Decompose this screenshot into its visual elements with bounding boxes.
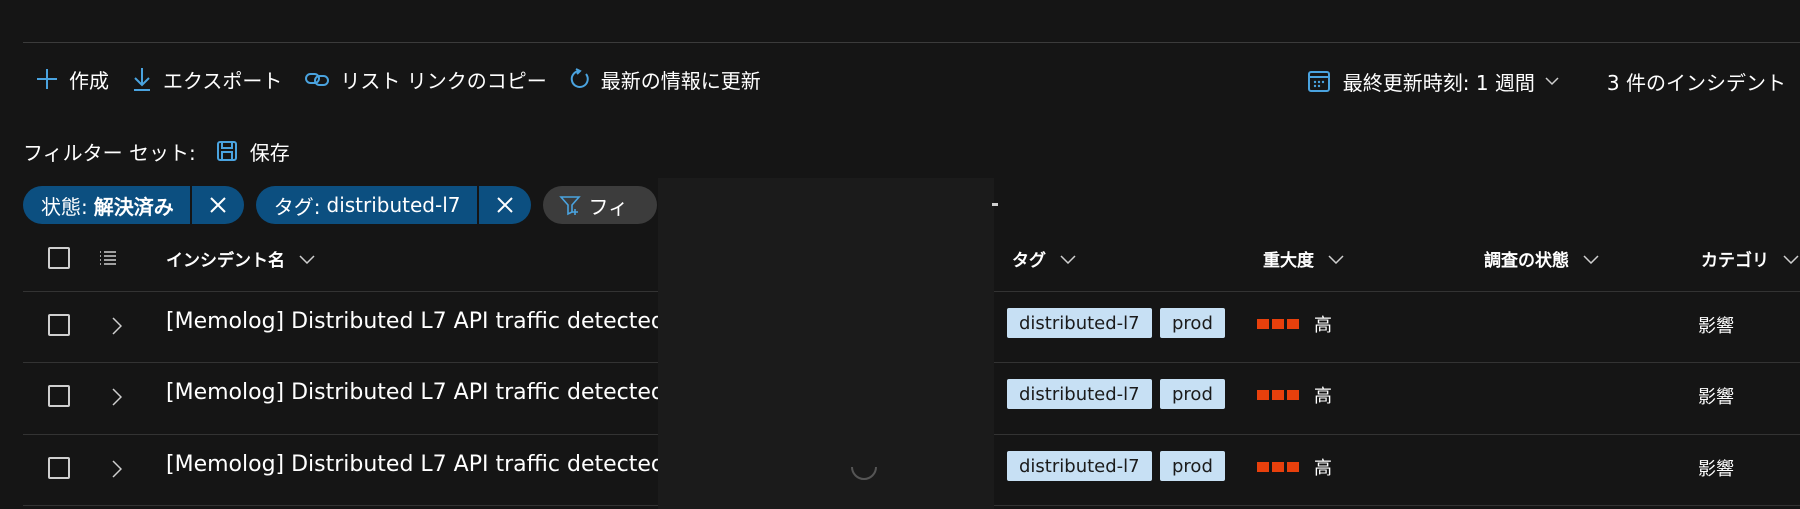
column-header-tags[interactable]: タグ — [1012, 246, 1076, 271]
severity-indicator: 高 — [1257, 382, 1332, 408]
severity-label: 高 — [1314, 315, 1332, 336]
chevron-down-icon — [1060, 254, 1076, 264]
tag-badge[interactable]: distributed-l7 — [1007, 379, 1152, 409]
close-icon — [210, 197, 226, 213]
chevron-down-icon — [1783, 254, 1799, 264]
top-divider — [23, 42, 1800, 43]
filter-chip-tag[interactable]: タグ: distributed-l7 — [255, 186, 531, 224]
filter-chip-tag-text: タグ: distributed-l7 — [256, 186, 479, 224]
chevron-right-icon[interactable] — [112, 317, 122, 335]
chevron-down-icon — [1328, 254, 1344, 264]
save-icon — [216, 141, 237, 161]
incident-name-link[interactable]: [Memolog] Distributed L7 API traffic det… — [166, 309, 665, 334]
refresh-icon — [570, 68, 589, 88]
remove-filter-button[interactable] — [479, 186, 531, 224]
category-label: 影響 — [1698, 316, 1734, 337]
severity-indicator: 高 — [1257, 454, 1332, 480]
severity-label: 高 — [1314, 458, 1332, 479]
row-checkbox[interactable] — [48, 385, 70, 407]
time-range-label: 最終更新時刻: 1 週間 — [1342, 70, 1535, 95]
incident-name-link[interactable]: [Memolog] Distributed L7 API traffic det… — [166, 452, 665, 477]
chip-value: 解決済み — [93, 194, 174, 219]
severity-bars — [1257, 462, 1302, 472]
chip-value: distributed-l7 — [326, 193, 461, 217]
plus-icon — [37, 69, 57, 89]
command-bar: 作成 エクスポート リスト リンクのコピー 最新の情報に更新 — [35, 62, 783, 96]
severity-label: 高 — [1314, 386, 1332, 407]
severity-bars — [1257, 319, 1302, 329]
filter-set: フィルター セット: 保存 — [23, 134, 290, 168]
chip-key: 状態: — [41, 194, 88, 219]
severity-bars — [1257, 390, 1302, 400]
remove-filter-button[interactable] — [192, 186, 244, 224]
close-icon — [496, 197, 513, 213]
select-all-checkbox[interactable] — [48, 247, 70, 269]
severity-indicator: 高 — [1257, 311, 1332, 337]
refresh-button[interactable]: 最新の情報に更新 — [569, 65, 761, 94]
command-bar-right: 最終更新時刻: 1 週間 3 件のインシデント — [1307, 64, 1786, 98]
tag-badge[interactable]: prod — [1160, 308, 1225, 338]
category-label: 影響 — [1698, 459, 1734, 480]
save-filter-button[interactable]: 保存 — [216, 137, 290, 166]
export-button[interactable]: エクスポート — [131, 65, 282, 94]
loading-ring-icon — [851, 466, 877, 480]
chevron-down-icon — [1583, 254, 1599, 264]
row-checkbox[interactable] — [48, 457, 70, 479]
refresh-label: 最新の情報に更新 — [600, 68, 761, 93]
time-range-dropdown[interactable]: 最終更新時刻: 1 週間 — [1307, 67, 1571, 96]
filter-chips: 状態: 解決済み タグ: distributed-l7 フィ — [23, 186, 657, 224]
add-filter-label: フィ — [588, 194, 629, 219]
column-header-label: インシデント名 — [166, 251, 285, 271]
filter-set-label: フィルター セット: — [23, 140, 196, 165]
download-icon — [134, 68, 150, 91]
tag-badge[interactable]: prod — [1160, 379, 1225, 409]
tag-badge[interactable]: prod — [1160, 451, 1225, 481]
column-header-name[interactable]: インシデント名 — [166, 246, 315, 271]
row-checkbox[interactable] — [48, 314, 70, 336]
category-label: 影響 — [1698, 387, 1734, 408]
overlay-panel — [658, 178, 998, 509]
create-label: 作成 — [69, 68, 109, 93]
add-filter-button[interactable]: フィ — [542, 186, 657, 224]
overlay-tick — [992, 203, 998, 206]
link-icon — [305, 73, 330, 86]
tag-badge[interactable]: distributed-l7 — [1007, 451, 1152, 481]
copy-link-label: リスト リンクのコピー — [340, 68, 547, 93]
column-header-status[interactable]: 調査の状態 — [1484, 246, 1599, 271]
tag-badge[interactable]: distributed-l7 — [1007, 308, 1152, 338]
column-header-label: 重大度 — [1263, 251, 1314, 271]
filter-chip-status-text: 状態: 解決済み — [23, 186, 192, 224]
column-header-category[interactable]: カテゴリ — [1701, 246, 1799, 271]
chevron-right-icon[interactable] — [112, 388, 122, 406]
column-header-severity[interactable]: 重大度 — [1263, 246, 1344, 271]
chevron-down-icon — [1545, 77, 1559, 86]
column-header-label: タグ — [1012, 251, 1046, 271]
filter-icon — [558, 196, 581, 216]
column-header-label: カテゴリ — [1701, 251, 1769, 271]
export-label: エクスポート — [163, 68, 283, 93]
chevron-down-icon — [299, 254, 315, 264]
filter-chip-status[interactable]: 状態: 解決済み — [23, 186, 244, 224]
list-view-icon[interactable] — [98, 250, 118, 266]
save-label: 保存 — [249, 140, 290, 165]
incident-name-link[interactable]: [Memolog] Distributed L7 API traffic det… — [166, 380, 665, 405]
chevron-right-icon[interactable] — [112, 460, 122, 478]
chip-key: タグ: — [273, 194, 321, 219]
copy-list-link-button[interactable]: リスト リンクのコピー — [304, 65, 547, 94]
calendar-icon — [1307, 71, 1330, 92]
incident-count: 3 件のインシデント — [1606, 70, 1786, 95]
create-button[interactable]: 作成 — [35, 65, 109, 94]
column-header-label: 調査の状態 — [1484, 251, 1569, 271]
